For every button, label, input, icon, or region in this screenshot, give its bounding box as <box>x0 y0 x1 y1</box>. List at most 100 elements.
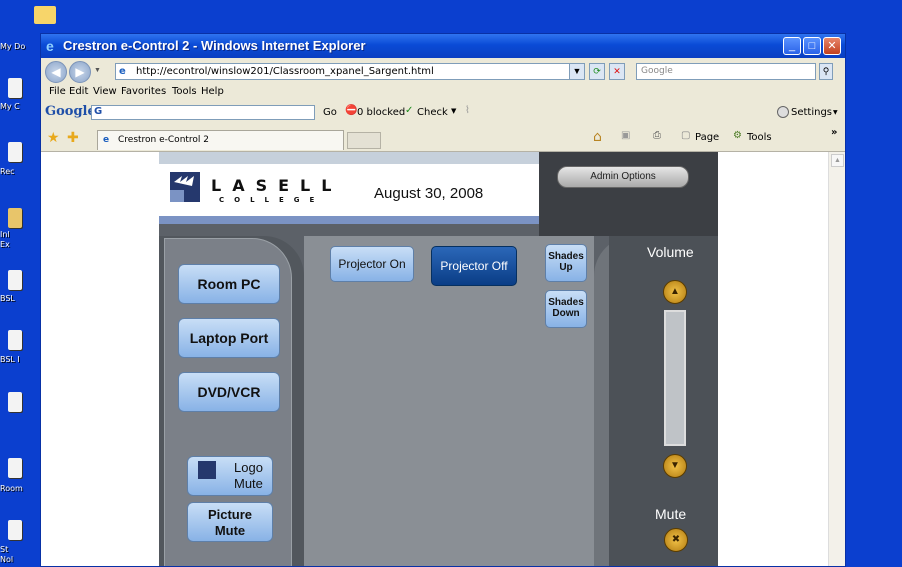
page-content: LASELL COLLEGE August 30, 2008 Admin Opt… <box>41 152 845 566</box>
search-input[interactable]: Google <box>636 63 816 80</box>
control-panel: LASELL COLLEGE August 30, 2008 Admin Opt… <box>159 152 718 566</box>
maximize-icon[interactable]: □ <box>803 37 821 55</box>
blocked-label[interactable]: 0 blocked <box>357 107 405 118</box>
picture-mute-line2: Mute <box>214 523 246 538</box>
logo-lasell-text: LASELL <box>211 176 343 195</box>
mute-label: Mute <box>655 506 687 522</box>
shades-down-line2: Down <box>552 308 580 319</box>
stop-icon[interactable]: ✕ <box>609 63 625 80</box>
page-menu[interactable]: Page <box>695 132 719 143</box>
logo-mute-icon <box>198 461 216 479</box>
shades-up-line2: Up <box>559 262 573 273</box>
print-icon[interactable]: ⎙ <box>653 130 661 141</box>
desktop-icon-7[interactable] <box>8 458 22 478</box>
back-icon[interactable]: ◀ <box>45 61 67 83</box>
shades-up-button[interactable]: Shades Up <box>545 244 587 282</box>
desktop-icon-3[interactable] <box>8 208 22 228</box>
desktop-label: Room <box>0 484 23 493</box>
google-toolbar: Google G Go ⛔ 0 blocked ✓ Check ▼ ⌇ Sett… <box>41 100 845 124</box>
mute-speaker-icon[interactable]: ✖ <box>664 528 688 552</box>
room-pc-button[interactable]: Room PC <box>178 264 280 304</box>
desktop-label: My Do <box>0 42 26 51</box>
admin-options-button[interactable]: Admin Options <box>557 166 689 188</box>
minimize-icon[interactable]: _ <box>783 37 801 55</box>
settings-icon <box>777 106 789 118</box>
tab-row: ★ ✚ e Crestron e-Control 2 ⌂ ▣ ⎙ ▢ Page … <box>41 124 845 152</box>
check-dropdown-icon[interactable]: ▼ <box>451 107 456 115</box>
desktop-icon-8[interactable] <box>8 520 22 540</box>
logo-mute-line2: Mute <box>234 476 263 491</box>
new-tab-button[interactable] <box>347 132 381 149</box>
go-button[interactable]: Go <box>323 107 337 118</box>
desktop-label: Inl <box>0 230 10 239</box>
desktop-icon-2[interactable] <box>8 142 22 162</box>
spellcheck-icon: ✓ <box>405 105 414 116</box>
desktop-icon-6[interactable] <box>8 392 22 412</box>
desktop-label: BSL <box>0 294 15 303</box>
address-dropdown-icon[interactable]: ▼ <box>569 63 585 80</box>
projector-on-button[interactable]: Projector On <box>330 246 414 282</box>
address-row: ◀ ▶ ▼ e http://econtrol/winslow201/Class… <box>41 58 845 85</box>
forward-icon[interactable]: ▶ <box>69 61 91 83</box>
check-button[interactable]: Check <box>417 107 448 118</box>
header-top-strip <box>159 152 539 164</box>
chevron-more-icon[interactable]: » <box>831 127 837 138</box>
header-blue-strip <box>159 216 549 224</box>
add-favorites-icon[interactable]: ✚ <box>67 130 79 146</box>
header-right-dark <box>539 152 718 236</box>
menu-view[interactable]: View <box>93 86 117 97</box>
vertical-scrollbar[interactable]: ▲ <box>828 152 845 566</box>
desktop-label: My C <box>0 102 20 111</box>
refresh-icon[interactable]: ⟳ <box>589 63 605 80</box>
desktop-label: BSL I <box>0 355 20 364</box>
menu-favorites[interactable]: Favorites <box>121 86 166 97</box>
menu-tools[interactable]: Tools <box>172 86 197 97</box>
scroll-up-icon[interactable]: ▲ <box>831 154 844 167</box>
browser-window: e Crestron e-Control 2 - Windows Interne… <box>40 33 846 567</box>
shades-up-line1: Shades <box>548 251 584 262</box>
home-icon[interactable]: ⌂ <box>593 129 602 145</box>
title-bar[interactable]: e Crestron e-Control 2 - Windows Interne… <box>41 34 845 58</box>
address-input[interactable]: e http://econtrol/winslow201/Classroom_x… <box>115 63 585 80</box>
tools-menu[interactable]: Tools <box>747 132 772 143</box>
shades-down-button[interactable]: Shades Down <box>545 290 587 328</box>
dvd-vcr-button[interactable]: DVD/VCR <box>178 372 280 412</box>
volume-down-icon[interactable]: ▼ <box>663 454 687 478</box>
desktop-label: St <box>0 545 9 554</box>
paperclip-icon[interactable]: ⌇ <box>465 105 470 116</box>
menu-file[interactable]: File <box>49 86 66 97</box>
google-search-field[interactable]: G <box>91 105 315 120</box>
projector-off-button[interactable]: Projector Off <box>431 246 517 286</box>
popup-blocker-icon: ⛔ <box>345 105 358 116</box>
picture-mute-button[interactable]: Picture Mute <box>187 502 273 542</box>
desktop-folder-icon[interactable] <box>34 6 56 24</box>
menu-edit[interactable]: Edit <box>69 86 88 97</box>
feeds-icon[interactable]: ▣ <box>621 130 630 141</box>
desktop-icon-4[interactable] <box>8 270 22 290</box>
lasell-logo-icon <box>170 172 200 202</box>
shades-down-line1: Shades <box>548 297 584 308</box>
tab-label: Crestron e-Control 2 <box>118 135 210 145</box>
window-title: Crestron e-Control 2 - Windows Internet … <box>63 38 366 53</box>
close-icon[interactable]: ✕ <box>823 37 841 55</box>
laptop-port-button[interactable]: Laptop Port <box>178 318 280 358</box>
menu-bar: File Edit View Favorites Tools Help <box>41 85 845 100</box>
ie-logo-icon: e <box>46 38 54 54</box>
favorites-star-icon[interactable]: ★ <box>47 130 60 146</box>
desktop-label: Nol <box>0 555 14 564</box>
logo-mute-button[interactable]: Logo Mute <box>187 456 273 496</box>
volume-slider[interactable] <box>664 310 686 446</box>
settings-button[interactable]: Settings <box>791 107 832 118</box>
history-dropdown-icon[interactable]: ▼ <box>94 67 101 74</box>
settings-dropdown-icon[interactable]: ▼ <box>833 109 838 116</box>
menu-help[interactable]: Help <box>201 86 224 97</box>
logo-college-text: COLLEGE <box>219 196 325 204</box>
search-icon[interactable]: ⚲ <box>819 63 833 80</box>
volume-up-icon[interactable]: ▲ <box>663 280 687 304</box>
logo-mark-icon <box>170 172 200 202</box>
tab-crestron[interactable]: e Crestron e-Control 2 <box>97 130 344 150</box>
desktop-icon-1[interactable] <box>8 78 22 98</box>
volume-label: Volume <box>647 244 694 260</box>
google-g-button[interactable]: G <box>92 106 102 117</box>
desktop-icon-5[interactable] <box>8 330 22 350</box>
